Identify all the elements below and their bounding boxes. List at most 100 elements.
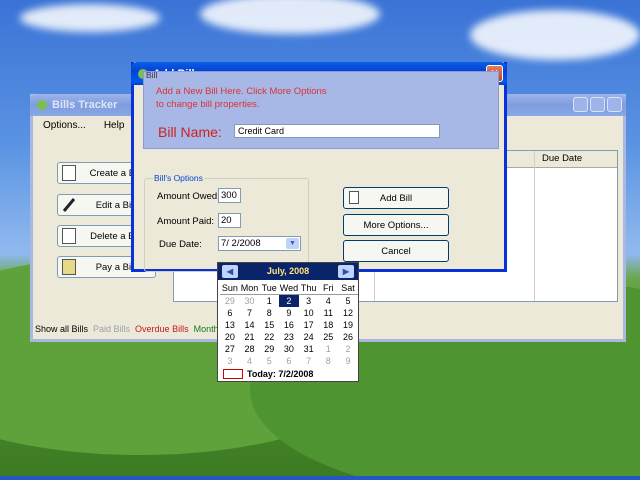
calendar-day[interactable]: 4 (318, 295, 338, 307)
calendar-day[interactable]: 13 (220, 319, 240, 331)
money-icon (62, 259, 76, 275)
amount-paid-label: Amount Paid: (157, 216, 215, 227)
calendar-day[interactable]: 7 (240, 307, 260, 319)
calendar-week-row: 20 21 22 23 24 25 26 (220, 331, 358, 343)
calendar-week-row: 6 7 8 9 10 11 12 (220, 307, 358, 319)
calendar-day[interactable]: 27 (220, 343, 240, 355)
status-tabs: Show all Bills Paid Bills Overdue Bills … (35, 324, 234, 334)
calendar-day[interactable]: 30 (240, 295, 260, 307)
tab-paid-bills[interactable]: Paid Bills (93, 324, 130, 334)
bill-options-group: Bill's Options Amount Owed: 300 Amount P… (144, 173, 309, 272)
app-icon (36, 99, 48, 111)
calendar-day[interactable]: 3 (220, 355, 240, 367)
calendar-day[interactable]: 8 (259, 307, 279, 319)
cloud (20, 4, 160, 32)
calendar-day[interactable]: 1 (318, 343, 338, 355)
calendar-day[interactable]: 5 (259, 355, 279, 367)
calendar-day[interactable]: 2 (338, 343, 358, 355)
more-options-button[interactable]: More Options... (343, 214, 449, 236)
bill-group-title: Bill (146, 70, 158, 80)
calendar-day[interactable]: 19 (338, 319, 358, 331)
calendar-dow-label: Fri (323, 283, 334, 293)
document-icon (62, 165, 76, 181)
calendar-day[interactable]: 31 (299, 343, 319, 355)
calendar-day[interactable]: 26 (338, 331, 358, 343)
calendar-day[interactable]: 5 (338, 295, 358, 307)
calendar-day[interactable]: 18 (318, 319, 338, 331)
tab-overdue-bills[interactable]: Overdue Bills (135, 324, 189, 334)
calendar-day-selected[interactable]: 2 (279, 295, 299, 307)
calendar-dow-label: Wed (279, 283, 299, 293)
due-date-header: Due Date (542, 153, 583, 164)
grid-column-line (534, 151, 535, 301)
cloud (470, 10, 640, 60)
add-bill-button[interactable]: Add Bill (343, 187, 449, 209)
calendar-dow-label: Tue (261, 283, 277, 293)
minimize-icon[interactable] (573, 97, 588, 112)
calendar-dow-label: Mon (240, 283, 259, 293)
calendar-header: ◀ July, 2008 ▶ (218, 263, 358, 280)
calendar-popup: ◀ July, 2008 ▶ Sun Mon Tue Wed Thu Fri Sat 29 30… (217, 262, 359, 382)
calendar-day[interactable]: 15 (259, 319, 279, 331)
calendar-day[interactable]: 12 (338, 307, 358, 319)
tab-show-all-bills[interactable]: Show all Bills (35, 324, 88, 334)
maximize-icon[interactable] (590, 97, 605, 112)
today-label: Today: 7/2/2008 (247, 369, 314, 379)
due-date-value: 7/ 2/2008 (221, 238, 261, 249)
calendar-dow-label: Sat (341, 283, 355, 293)
calendar-day[interactable]: 11 (318, 307, 338, 319)
calendar-today[interactable]: Today: 7/2/2008 (223, 369, 313, 379)
calendar-day[interactable]: 30 (279, 343, 299, 355)
bill-name-field[interactable]: Credit Card (234, 124, 440, 138)
calendar-day[interactable]: 8 (318, 355, 338, 367)
calendar-day[interactable]: 3 (299, 295, 319, 307)
today-marker-icon (223, 369, 243, 379)
document-icon (349, 191, 359, 204)
bill-name-label: Bill Name: (158, 124, 222, 140)
calendar-week-row: 27 28 29 30 31 1 2 (220, 343, 358, 355)
calendar-day[interactable]: 9 (338, 355, 358, 367)
calendar-day[interactable]: 14 (240, 319, 260, 331)
chevron-down-icon[interactable]: ▼ (286, 238, 299, 249)
amount-owed-field[interactable]: 300 (218, 188, 241, 203)
calendar-day[interactable]: 17 (299, 319, 319, 331)
due-date-picker[interactable]: 7/ 2/2008 ▼ (218, 236, 301, 251)
calendar-day[interactable]: 29 (220, 295, 240, 307)
menu-help[interactable]: Help (104, 120, 125, 131)
taskbar-edge (0, 476, 640, 480)
chevron-right-icon[interactable]: ▶ (338, 265, 354, 278)
due-date-label: Due Date: (159, 239, 202, 250)
calendar-day[interactable]: 16 (279, 319, 299, 331)
cancel-button[interactable]: Cancel (343, 240, 449, 262)
calendar-day[interactable]: 25 (318, 331, 338, 343)
calendar-day[interactable]: 4 (240, 355, 260, 367)
calendar-day[interactable]: 20 (220, 331, 240, 343)
bill-description: Add a New Bill Here. Click More Options … (156, 86, 327, 110)
calendar-day[interactable]: 28 (240, 343, 260, 355)
calendar-dow-label: Thu (300, 283, 317, 293)
calendar-day[interactable]: 10 (299, 307, 319, 319)
chart-icon (62, 228, 76, 244)
calendar-day[interactable]: 6 (220, 307, 240, 319)
calendar-week-row: 29 30 1 2 3 4 5 (220, 295, 358, 307)
calendar-day[interactable]: 6 (279, 355, 299, 367)
calendar-week-row: 3456789 (220, 355, 358, 367)
calendar-day[interactable]: 22 (259, 331, 279, 343)
bill-group: Bill Add a New Bill Here. Click More Opt… (143, 70, 499, 149)
amount-paid-field[interactable]: 20 (218, 213, 241, 228)
options-group-title: Bill's Options (153, 173, 204, 183)
calendar-day[interactable]: 24 (299, 331, 319, 343)
calendar-day[interactable]: 21 (240, 331, 260, 343)
calendar-month-title: July, 2008 (266, 266, 310, 276)
calendar-day[interactable]: 1 (259, 295, 279, 307)
close-icon[interactable] (607, 97, 622, 112)
menu-options[interactable]: Options... (43, 120, 86, 131)
calendar-day[interactable]: 23 (279, 331, 299, 343)
calendar-day[interactable]: 9 (279, 307, 299, 319)
calendar-day[interactable]: 29 (259, 343, 279, 355)
calendar-dow-row: Sun Mon Tue Wed Thu Fri Sat (220, 282, 358, 295)
calendar-day[interactable]: 7 (299, 355, 319, 367)
add-bill-dialog: Add Bill × Bill Add a New Bill Here. Cli… (131, 62, 507, 272)
calendar-dow-label: Sun (221, 283, 238, 293)
calendar-week-row: 13 14 15 16 17 18 19 (220, 319, 358, 331)
